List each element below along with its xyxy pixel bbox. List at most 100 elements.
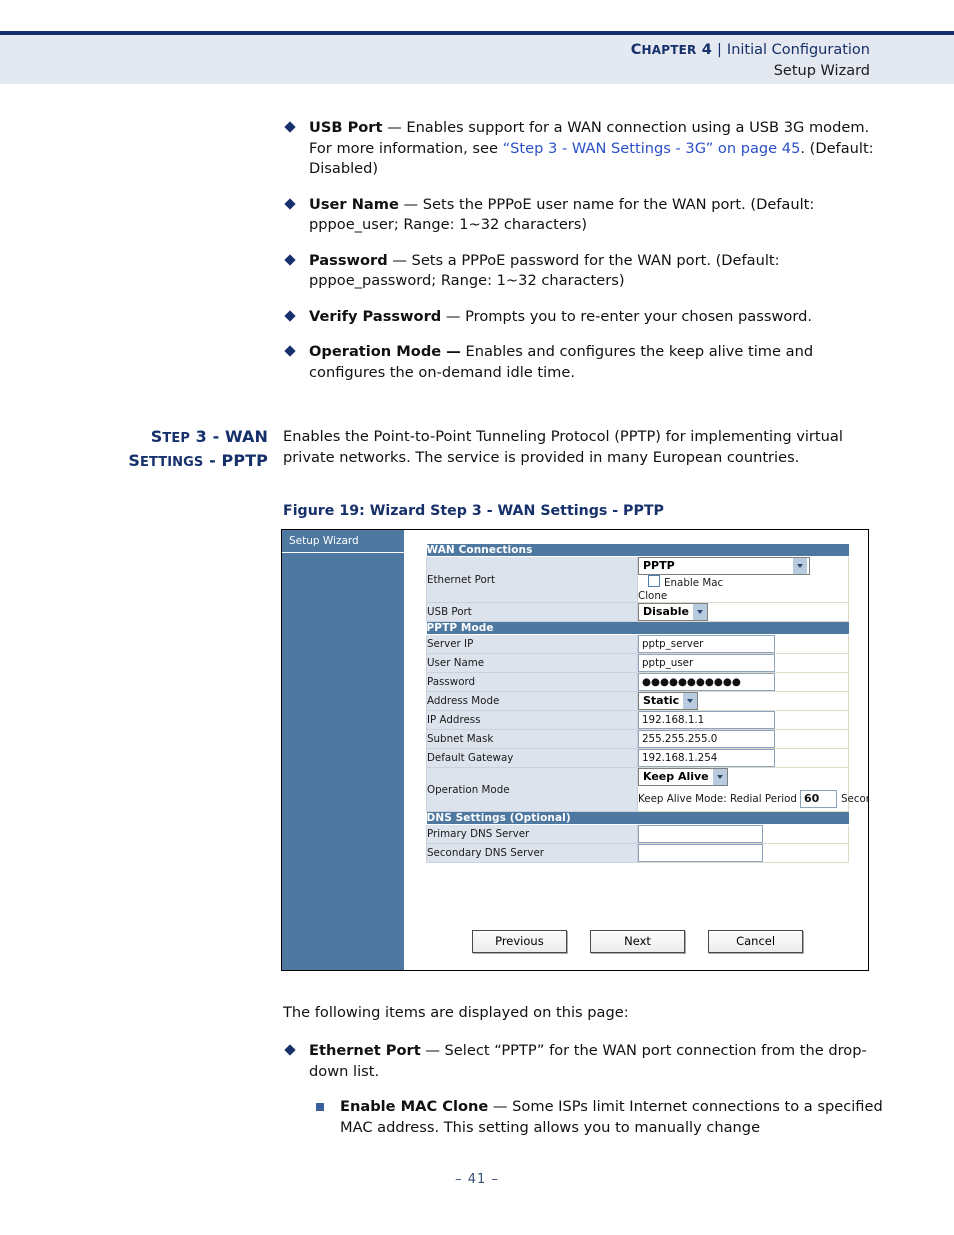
side-heading-line-1: STEP 3 - WAN xyxy=(150,427,268,446)
value-user-name: pptp_user xyxy=(637,653,849,673)
bullet-user-name: User Name — Sets the PPPoE user name for… xyxy=(283,195,883,236)
label-usb-port: USB Port xyxy=(426,602,638,622)
chevron-down-icon xyxy=(712,769,727,785)
chevron-down-icon xyxy=(793,558,807,574)
header-subtitle: Setup Wizard xyxy=(773,63,870,79)
diamond-bullet-icon xyxy=(284,253,296,266)
wizard-sidebar: Setup Wizard xyxy=(282,530,404,970)
diamond-bullet-icon xyxy=(284,345,296,357)
primary-dns-server-input[interactable] xyxy=(638,825,763,843)
section-lead-paragraph: Enables the Point-to-Point Tunneling Pro… xyxy=(283,428,843,466)
table-row-ip-address: IP Address 192.168.1.1 xyxy=(426,710,849,730)
label-subnet-mask: Subnet Mask xyxy=(426,729,638,749)
ethernet-port-select[interactable]: PPTP xyxy=(638,557,810,575)
page-number: – 41 – xyxy=(455,1172,499,1187)
bullet-usb-port: USB Port — Enables support for a WAN con… xyxy=(283,118,883,180)
section-header-wan-connections: WAN Connections xyxy=(426,543,849,557)
following-items-intro: The following items are displayed on thi… xyxy=(283,1004,629,1021)
enable-mac-clone-checkbox-wrap[interactable]: Enable Mac xyxy=(648,575,723,589)
bullet-dash: — xyxy=(387,119,402,136)
ip-address-input[interactable]: 192.168.1.1 xyxy=(638,711,775,729)
address-mode-select-value: Static xyxy=(643,694,680,707)
table-row-address-mode: Address Mode Static xyxy=(426,691,849,711)
wizard-button-row: Previous Next Cancel xyxy=(426,930,849,953)
table-row-subnet-mask: Subnet Mask 255.255.255.0 xyxy=(426,729,849,749)
section-side-heading: STEP 3 - WAN SETTINGS - PPTP xyxy=(108,426,268,474)
user-name-input[interactable]: pptp_user xyxy=(638,654,775,672)
address-mode-select[interactable]: Static xyxy=(638,692,699,710)
chevron-down-icon xyxy=(692,604,707,620)
bullet-term: Operation Mode — xyxy=(309,343,461,360)
cancel-button[interactable]: Cancel xyxy=(708,930,804,953)
bullet-term: User Name xyxy=(309,195,399,213)
bullet-dash: — xyxy=(403,195,419,213)
bullet-verify-password: Verify Password — Prompts you to re-ente… xyxy=(283,307,883,328)
header-text-block: CHAPTER 4 | Initial Configuration Setup Wi… xyxy=(631,40,870,82)
next-button[interactable]: Next xyxy=(590,930,685,953)
usb-port-select[interactable]: Disable xyxy=(638,603,708,621)
label-ip-address: IP Address xyxy=(426,710,638,730)
subnet-mask-input[interactable]: 255.255.255.0 xyxy=(638,730,775,748)
cross-reference-link[interactable]: “Step 3 - WAN Settings - 3G” on page 45 xyxy=(503,140,801,157)
bullet-term: Verify Password xyxy=(309,307,442,325)
operation-mode-select-value: Keep Alive xyxy=(643,770,709,783)
value-password: ●●●●●●●●●●● xyxy=(637,672,849,692)
bullet-operation-mode: Operation Mode — Enables and configures … xyxy=(283,342,883,383)
table-row-server-ip: Server IP pptp_server xyxy=(426,634,849,654)
section-header-row-wan: WAN Connections xyxy=(426,543,849,557)
operation-mode-select[interactable]: Keep Alive xyxy=(638,768,728,786)
bullet-dash: — xyxy=(392,251,407,269)
page-header: CHAPTER 4 | Initial Configuration Setup Wi… xyxy=(0,31,954,84)
label-default-gateway: Default Gateway xyxy=(426,748,638,768)
usb-port-select-value: Disable xyxy=(643,605,689,618)
diamond-bullet-icon xyxy=(284,309,296,322)
value-operation-mode: Keep Alive Keep Alive Mode: Redial Perio… xyxy=(637,767,868,812)
value-secondary-dns-server xyxy=(637,843,849,863)
table-row-secondary-dns: Secondary DNS Server xyxy=(426,843,849,863)
value-address-mode: Static xyxy=(637,691,849,711)
label-secondary-dns-server: Secondary DNS Server xyxy=(426,843,638,863)
section-header-dns-settings: DNS Settings (Optional) xyxy=(426,811,849,825)
subbullet-term: Enable MAC Clone xyxy=(340,1098,489,1115)
square-bullet-icon xyxy=(316,1103,324,1111)
diamond-bullet-icon xyxy=(284,121,296,133)
default-gateway-input[interactable]: 192.168.1.254 xyxy=(638,749,775,767)
enable-mac-clone-checkbox[interactable] xyxy=(648,575,660,587)
value-server-ip: pptp_server xyxy=(637,634,849,654)
value-primary-dns-server xyxy=(637,824,849,844)
secondary-dns-server-input[interactable] xyxy=(638,844,763,862)
table-row-password: Password ●●●●●●●●●●● xyxy=(426,672,849,692)
label-operation-mode: Operation Mode xyxy=(426,767,638,812)
bullet-term: Ethernet Port xyxy=(309,1042,421,1059)
wizard-main-panel: WAN Connections Ethernet Port PPTP Enabl… xyxy=(404,530,868,970)
redial-period-row: Keep Alive Mode: Redial Period60Seconds xyxy=(638,786,868,811)
table-row-ethernet-port: Ethernet Port PPTP Enable Mac Clone xyxy=(426,556,849,603)
figure-caption: Figure 19: Wizard Step 3 - WAN Settings … xyxy=(283,503,664,519)
label-server-ip: Server IP xyxy=(426,634,638,654)
server-ip-input[interactable]: pptp_server xyxy=(638,635,775,653)
table-row-primary-dns: Primary DNS Server xyxy=(426,824,849,844)
enable-mac-clone-label-wrap: Clone xyxy=(638,590,668,602)
diamond-bullet-icon xyxy=(284,1044,296,1056)
table-row-user-name: User Name pptp_user xyxy=(426,653,849,673)
wan-settings-form: WAN Connections Ethernet Port PPTP Enabl… xyxy=(426,543,868,863)
bullet-password: Password — Sets a PPPoE password for the… xyxy=(283,251,883,292)
table-row-usb-port: USB Port Disable xyxy=(426,602,849,622)
value-default-gateway: 192.168.1.254 xyxy=(637,748,849,768)
password-input[interactable]: ●●●●●●●●●●● xyxy=(638,673,775,691)
header-line-chapter: CHAPTER 4 | Initial Configuration xyxy=(631,40,870,61)
label-address-mode: Address Mode xyxy=(426,691,638,711)
header-doc-title: Initial Configuration xyxy=(726,42,870,58)
previous-button[interactable]: Previous xyxy=(471,930,567,953)
subbullet-dash: — xyxy=(492,1098,508,1115)
bullet-ethernet-port: Ethernet Port — Select “PPTP” for the WA… xyxy=(283,1041,883,1082)
header-separator: | xyxy=(717,42,722,58)
ethernet-port-select-value: PPTP xyxy=(643,559,675,572)
operation-mode-select-wrap: Keep Alive xyxy=(638,768,848,786)
chevron-down-icon xyxy=(683,693,698,709)
figure-screenshot: Setup Wizard WAN Connections Ethernet Po… xyxy=(281,529,869,971)
label-user-name: User Name xyxy=(426,653,638,673)
redial-period-input[interactable]: 60 xyxy=(799,790,837,808)
redial-period-unit: Seconds xyxy=(840,793,868,805)
label-password: Password xyxy=(426,672,638,692)
